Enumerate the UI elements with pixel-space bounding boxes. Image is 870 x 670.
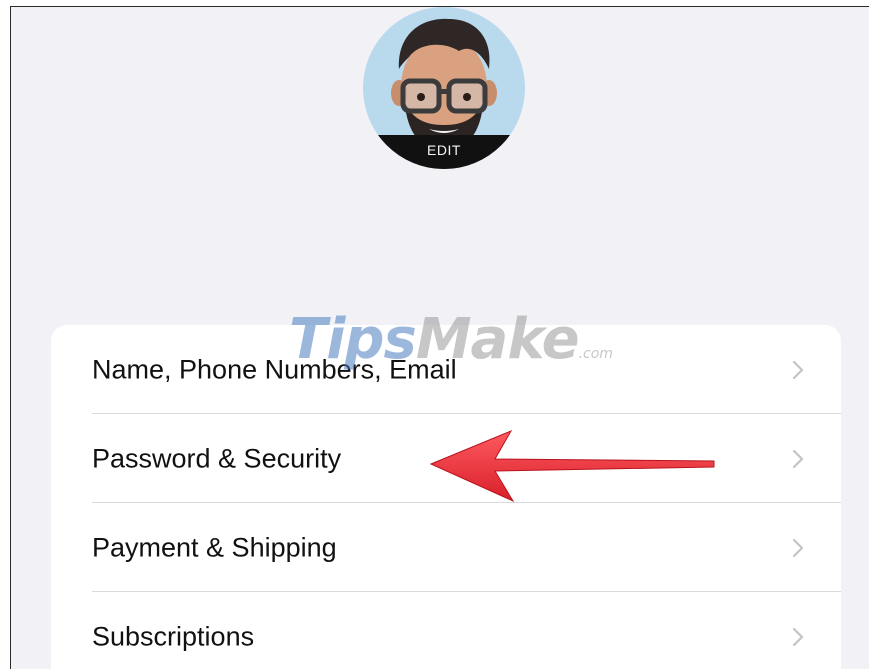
menu-item-subscriptions[interactable]: Subscriptions — [51, 592, 841, 669]
avatar-edit-label[interactable]: EDIT — [363, 135, 525, 169]
menu-item-label: Password & Security — [92, 443, 342, 473]
menu-item-payment-shipping[interactable]: Payment & Shipping — [51, 503, 841, 592]
menu-item-name-phone-email[interactable]: Name, Phone Numbers, Email — [51, 325, 841, 414]
chevron-right-icon — [792, 627, 804, 646]
menu-item-label: Name, Phone Numbers, Email — [92, 354, 457, 384]
settings-screen: EDIT Name, Phone Numbers, Email Password… — [10, 6, 869, 669]
account-settings-card: Name, Phone Numbers, Email Password & Se… — [51, 325, 841, 669]
menu-item-password-security[interactable]: Password & Security — [51, 414, 841, 503]
chevron-right-icon — [792, 538, 804, 557]
profile-avatar[interactable]: EDIT — [363, 7, 525, 169]
menu-item-label: Subscriptions — [92, 621, 255, 651]
chevron-right-icon — [792, 449, 804, 468]
chevron-right-icon — [792, 360, 804, 379]
menu-item-label: Payment & Shipping — [92, 532, 337, 562]
